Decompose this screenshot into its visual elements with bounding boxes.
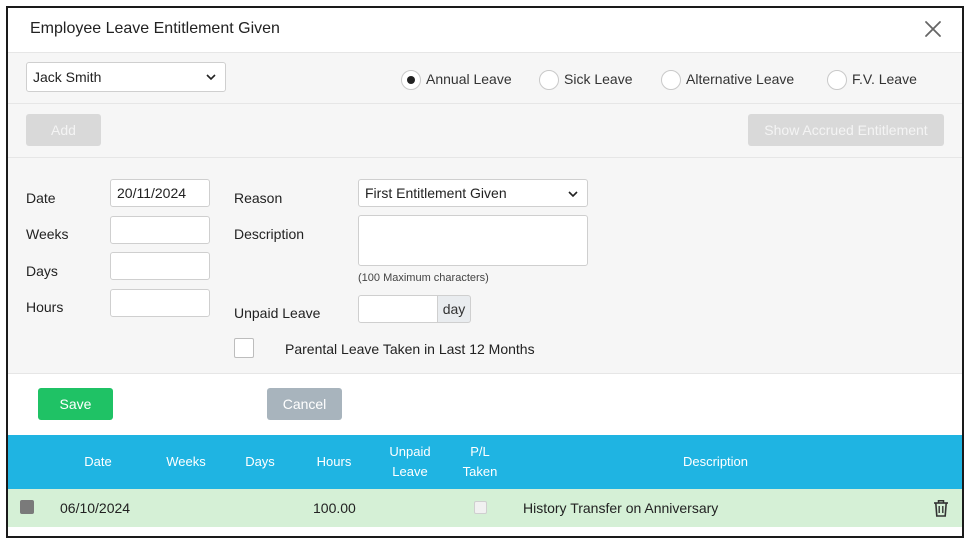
header-unpaid-line2: Leave (392, 464, 428, 479)
unpaid-leave-label: Unpaid Leave (234, 305, 321, 321)
weeks-input[interactable] (110, 216, 210, 244)
reason-select[interactable]: First Entitlement Given (358, 179, 588, 207)
radio-circle[interactable] (539, 70, 559, 90)
header-unpaid-line1: Unpaid (389, 444, 431, 459)
unpaid-leave-unit: day (438, 295, 471, 323)
parental-leave-label: Parental Leave Taken in Last 12 Months (285, 341, 535, 357)
parental-leave-checkbox[interactable] (234, 338, 254, 358)
radio-label: Annual Leave (426, 71, 512, 87)
action-bar: Add Show Accrued Entitlement (8, 104, 962, 158)
description-label: Description (234, 226, 305, 242)
description-hint: (100 Maximum characters) (358, 272, 489, 284)
weeks-label: Weeks (26, 226, 69, 242)
add-button[interactable]: Add (26, 114, 101, 146)
trash-icon[interactable] (932, 498, 950, 518)
date-label: Date (26, 190, 56, 206)
reason-label: Reason (234, 190, 283, 206)
close-icon[interactable] (922, 18, 944, 40)
chevron-down-icon (568, 191, 578, 198)
reason-select-value: First Entitlement Given (365, 185, 507, 201)
form-buttons: Save Cancel (8, 374, 962, 435)
header-unpaid-leave: Unpaid Leave (378, 435, 442, 489)
employee-select[interactable]: Jack Smith (26, 62, 226, 92)
radio-label: F.V. Leave (852, 71, 917, 87)
radio-label: Sick Leave (564, 71, 633, 87)
date-input[interactable]: 20/11/2024 (110, 179, 210, 207)
radio-label: Alternative Leave (686, 71, 795, 87)
header-date: Date (84, 454, 112, 469)
entitlement-form: Date 20/11/2024 Weeks Days Hours Reason … (8, 158, 962, 374)
header-pl-line1: P/L (470, 444, 490, 459)
row-select-checkbox[interactable] (20, 500, 34, 514)
days-label: Days (26, 263, 58, 279)
hours-label: Hours (26, 299, 64, 315)
table-header: Date Weeks Days Hours Unpaid Leave P/L T… (8, 435, 962, 489)
hours-input[interactable] (110, 289, 210, 317)
show-accrued-entitlement-button[interactable]: Show Accrued Entitlement (748, 114, 944, 146)
header-hours: Hours (316, 454, 352, 469)
unpaid-leave-input[interactable] (358, 295, 438, 323)
save-button[interactable]: Save (38, 388, 113, 420)
cancel-button[interactable]: Cancel (267, 388, 342, 420)
header-pl-taken: P/L Taken (454, 435, 506, 489)
cell-hours: 100.00 (313, 500, 356, 516)
leave-type-bar: Jack Smith Annual Leave Sick Leave Alter… (8, 52, 962, 104)
days-input[interactable] (110, 252, 210, 280)
cell-pl-taken-checkbox[interactable] (474, 501, 487, 514)
radio-circle[interactable] (401, 70, 421, 90)
chevron-down-icon (206, 74, 216, 81)
cell-description: History Transfer on Anniversary (523, 500, 719, 516)
leave-entitlement-dialog: Employee Leave Entitlement Given Jack Sm… (6, 6, 964, 538)
dialog-header: Employee Leave Entitlement Given (8, 8, 962, 52)
header-pl-line2: Taken (462, 464, 498, 479)
radio-circle[interactable] (661, 70, 681, 90)
description-textarea[interactable] (358, 215, 588, 266)
cell-date: 06/10/2024 (60, 500, 131, 516)
table-row[interactable]: 06/10/2024 100.00 History Transfer on An… (8, 489, 962, 527)
dialog-title: Employee Leave Entitlement Given (30, 20, 280, 37)
header-weeks: Weeks (166, 454, 206, 469)
radio-circle[interactable] (827, 70, 847, 90)
header-description: Description (682, 454, 749, 469)
header-days: Days (245, 454, 275, 469)
employee-select-value: Jack Smith (33, 69, 102, 85)
